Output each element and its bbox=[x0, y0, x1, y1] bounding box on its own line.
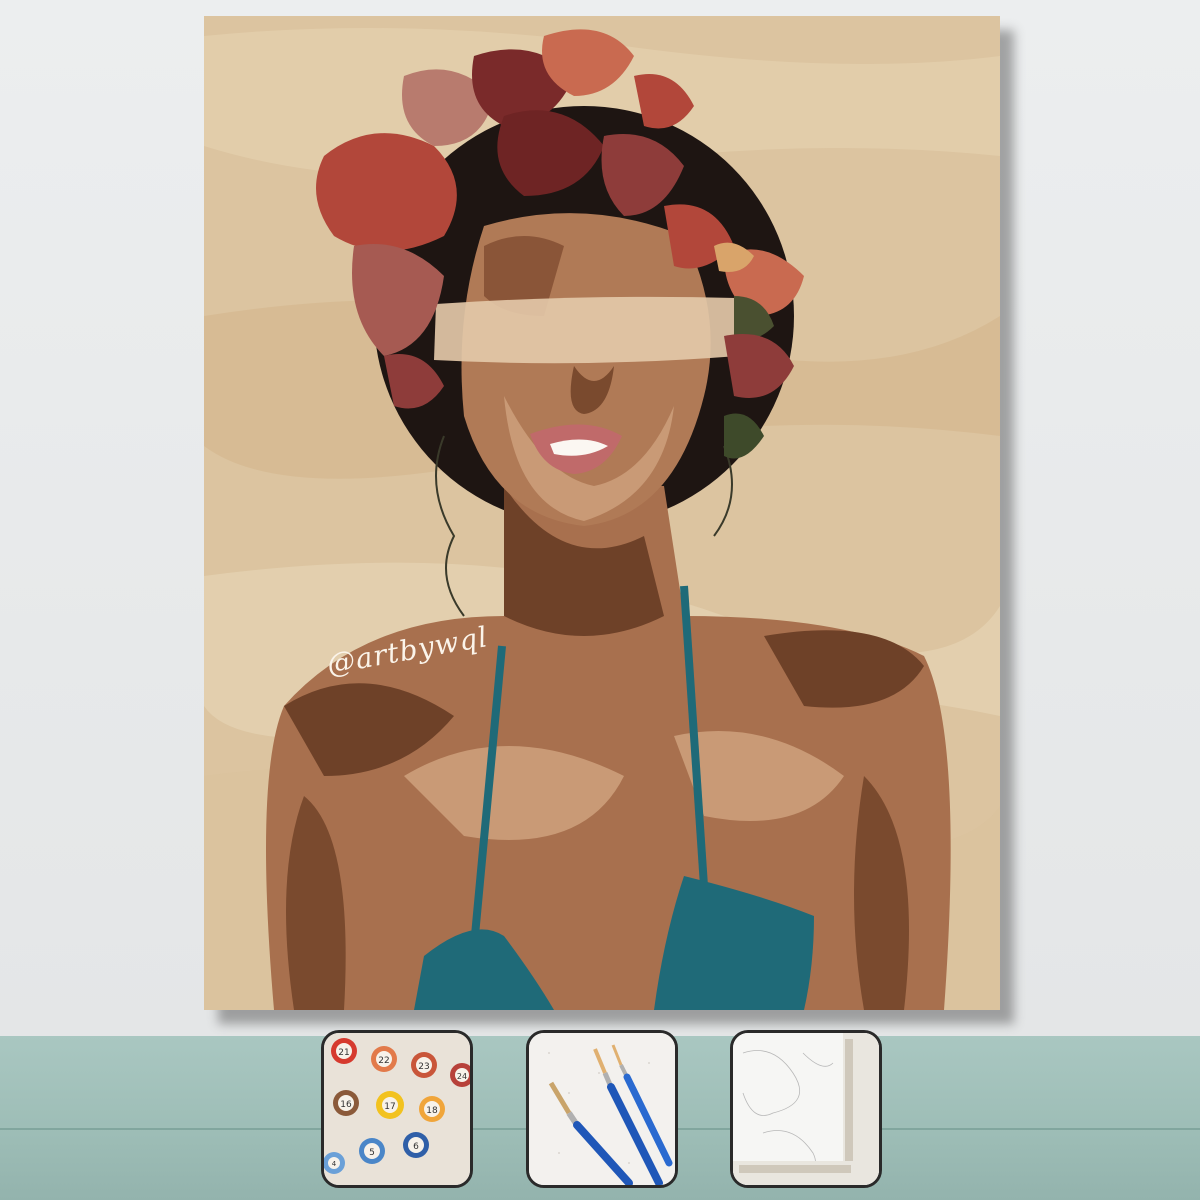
portrait-painting bbox=[204, 16, 1000, 1010]
paint-pot-23: 23 bbox=[411, 1052, 437, 1078]
paint-pot-5: 5 bbox=[359, 1138, 385, 1164]
pot-number: 17 bbox=[384, 1102, 395, 1112]
brushes-thumbnail[interactable] bbox=[526, 1030, 678, 1188]
pot-number: 5 bbox=[369, 1148, 375, 1158]
paint-pots-image: 21 22 23 24 16 17 18 5 6 4 bbox=[324, 1033, 470, 1185]
brushes-image bbox=[529, 1033, 675, 1185]
pot-number: 6 bbox=[413, 1142, 419, 1152]
paint-pot-6: 6 bbox=[403, 1132, 429, 1158]
paint-pot-16: 16 bbox=[333, 1090, 359, 1116]
paint-pots-thumbnail[interactable]: 21 22 23 24 16 17 18 5 6 4 bbox=[321, 1030, 473, 1188]
pot-number: 24 bbox=[457, 1072, 467, 1081]
paint-pot-22: 22 bbox=[371, 1046, 397, 1072]
frame-bar-bottom bbox=[739, 1165, 851, 1173]
canvas-frame-image bbox=[733, 1033, 879, 1185]
paint-pot-17: 17 bbox=[376, 1091, 404, 1119]
pot-number: 4 bbox=[332, 1160, 337, 1168]
pot-number: 16 bbox=[340, 1100, 352, 1110]
canvas-frame-thumbnail[interactable] bbox=[730, 1030, 882, 1188]
pot-number: 22 bbox=[378, 1056, 389, 1066]
pot-number: 18 bbox=[426, 1106, 438, 1116]
pot-number: 23 bbox=[418, 1062, 429, 1072]
painting-canvas: @artbywql bbox=[204, 16, 1000, 1010]
paint-pot-18: 18 bbox=[419, 1096, 445, 1122]
paint-pot-21: 21 bbox=[331, 1038, 357, 1064]
pot-number: 21 bbox=[338, 1048, 349, 1058]
paint-pot-4: 4 bbox=[324, 1152, 345, 1174]
frame-bar bbox=[845, 1039, 853, 1179]
